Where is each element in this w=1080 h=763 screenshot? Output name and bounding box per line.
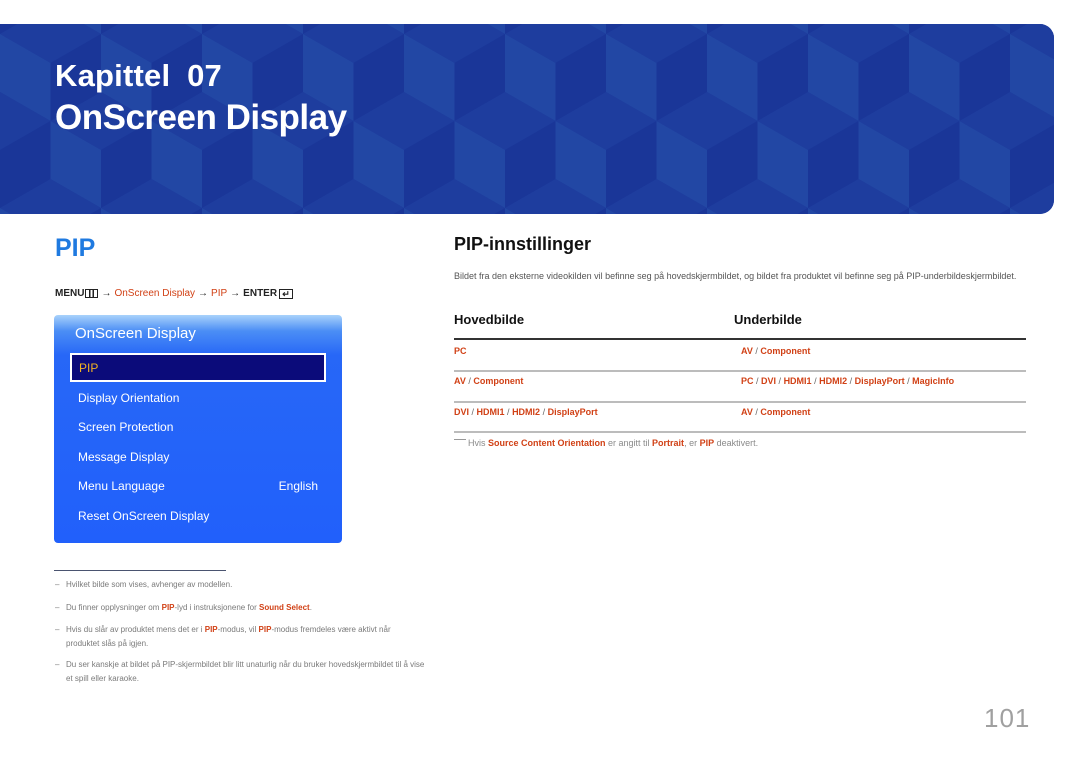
osd-menu-item-message-display[interactable]: Message Display [78,450,318,464]
dash-icon: – [55,660,60,669]
osd-menu-item-label: Reset OnScreen Display [78,509,210,523]
table-row-rule [454,370,1026,372]
source-name: HDMI1 [783,376,812,386]
intro-paragraph: Bildet fra den eksterne videokilden vil … [454,271,1017,281]
chapter-title: OnScreen Display [55,98,347,137]
osd-menu-item-reset-onscreen-display[interactable]: Reset OnScreen Display [78,509,318,523]
footnote: – Du finner opplysninger om PIP-lyd i in… [55,601,425,615]
footnote-keyword: Sound Select [259,603,310,612]
source-name: HDMI2 [819,376,848,386]
osd-menu-item-pip[interactable]: PIP [70,353,326,382]
menu-label: MENU [55,288,85,299]
table-header-sub: Underbilde [734,312,802,327]
osd-menu-item-value: English [278,479,318,493]
source-name: PC [741,376,754,386]
table-cell-sub: PC / DVI / HDMI1 / HDMI2 / DisplayPort /… [741,376,954,386]
source-name: AV [741,407,753,417]
dash-icon: – [55,580,60,589]
osd-menu-panel: OnScreen Display PIP Display Orientation… [54,315,342,543]
menu-path: MENU → OnScreen Display → PIP → ENTER ↵ [55,288,294,299]
subsection-heading: PIP-innstillinger [454,234,592,254]
source-name: Component [760,407,811,417]
chapter-label: Kapittel 07 [55,58,222,93]
note-text: Hvis [468,438,488,448]
osd-menu-item-label: Menu Language [78,479,165,493]
arrow-icon: → [198,288,209,299]
footnote-keyword: PIP [204,625,218,634]
table-row-rule [454,431,1026,433]
table-row-rule [454,401,1026,403]
osd-menu-item-label: Screen Protection [78,420,174,434]
note-text: er angitt til [605,438,653,448]
source-name: DVI [761,376,777,386]
section-heading: PIP [55,234,96,262]
osd-menu-item-display-orientation[interactable]: Display Orientation [78,391,318,405]
note-keyword: Source Content Orientation [488,438,606,448]
separator: / [469,407,477,417]
source-name: Component [473,376,524,386]
chapter-banner: Kapittel 07 OnScreen Display [0,24,1054,214]
osd-menu-title: OnScreen Display [75,325,196,342]
footnote-text: Hvilket bilde som vises, avhenger av mod… [66,580,233,589]
footnote: – Hvilket bilde som vises, avhenger av m… [55,578,425,592]
source-name: DisplayPort [547,407,598,417]
table-cell-sub: AV / Component [741,346,810,356]
enter-label: ENTER [243,288,278,299]
footnote-divider [54,570,226,571]
osd-menu-item-screen-protection[interactable]: Screen Protection [78,420,318,434]
separator: / [540,407,548,417]
page-number: 101 [984,703,1031,733]
source-name: DisplayPort [854,376,905,386]
footnote: – Hvis du slår av produktet mens det er … [55,623,425,651]
osd-menu-item-menu-language[interactable]: Menu Language English [78,479,318,493]
source-name: HDMI2 [512,407,541,417]
table-note: Hvis Source Content Orientation er angit… [454,438,758,448]
source-name: HDMI1 [476,407,505,417]
footnote-keyword: PIP [161,603,175,612]
table-header-main: Hovedbilde [454,312,525,327]
osd-menu-item-label: Message Display [78,450,170,464]
menu-path-step-onscreen-display: OnScreen Display [114,288,196,299]
enter-icon: ↵ [279,288,294,299]
separator: / [753,376,762,386]
note-text: , er [684,438,700,448]
dash-icon: – [55,603,60,612]
dash-icon [454,439,466,440]
arrow-icon: → [230,288,241,299]
footnote-text: Du ser kanskje at bildet på PIP-skjermbi… [66,660,425,683]
menu-path-step-pip: PIP [211,288,228,299]
arrow-icon: → [101,288,112,299]
note-keyword: PIP [699,438,715,448]
osd-menu-item-label: PIP [79,361,99,375]
table-cell-main: PC [454,346,467,356]
source-name: Component [760,346,811,356]
footnote-text: Hvis du slår av produktet mens det er i [66,625,205,634]
footnote-keyword: PIP [258,625,272,634]
menu-icon [85,289,99,298]
source-name: PC [454,346,467,356]
note-keyword: Portrait [652,438,685,448]
osd-menu-item-label: Display Orientation [78,391,180,405]
source-name: AV [741,346,753,356]
separator: / [811,376,820,386]
footnote-text: -modus, vil [217,625,259,634]
footnote: – Du ser kanskje at bildet på PIP-skjerm… [55,658,425,686]
note-text: deaktivert. [714,438,759,448]
separator: / [504,407,513,417]
separator: / [776,376,784,386]
table-cell-main: DVI / HDMI1 / HDMI2 / DisplayPort [454,407,598,417]
table-cell-sub: AV / Component [741,407,810,417]
source-name: DVI [454,407,470,417]
footnote-text: . [309,603,312,612]
table-cell-main: AV / Component [454,376,523,386]
footnote-text: Du finner opplysninger om [66,603,162,612]
footnote-text: -lyd i instruksjonene for [174,603,259,612]
dash-icon: – [55,625,60,634]
separator: / [847,376,855,386]
table-header-rule [454,338,1026,340]
source-name: AV [454,376,466,386]
source-name: MagicInfo [912,376,955,386]
